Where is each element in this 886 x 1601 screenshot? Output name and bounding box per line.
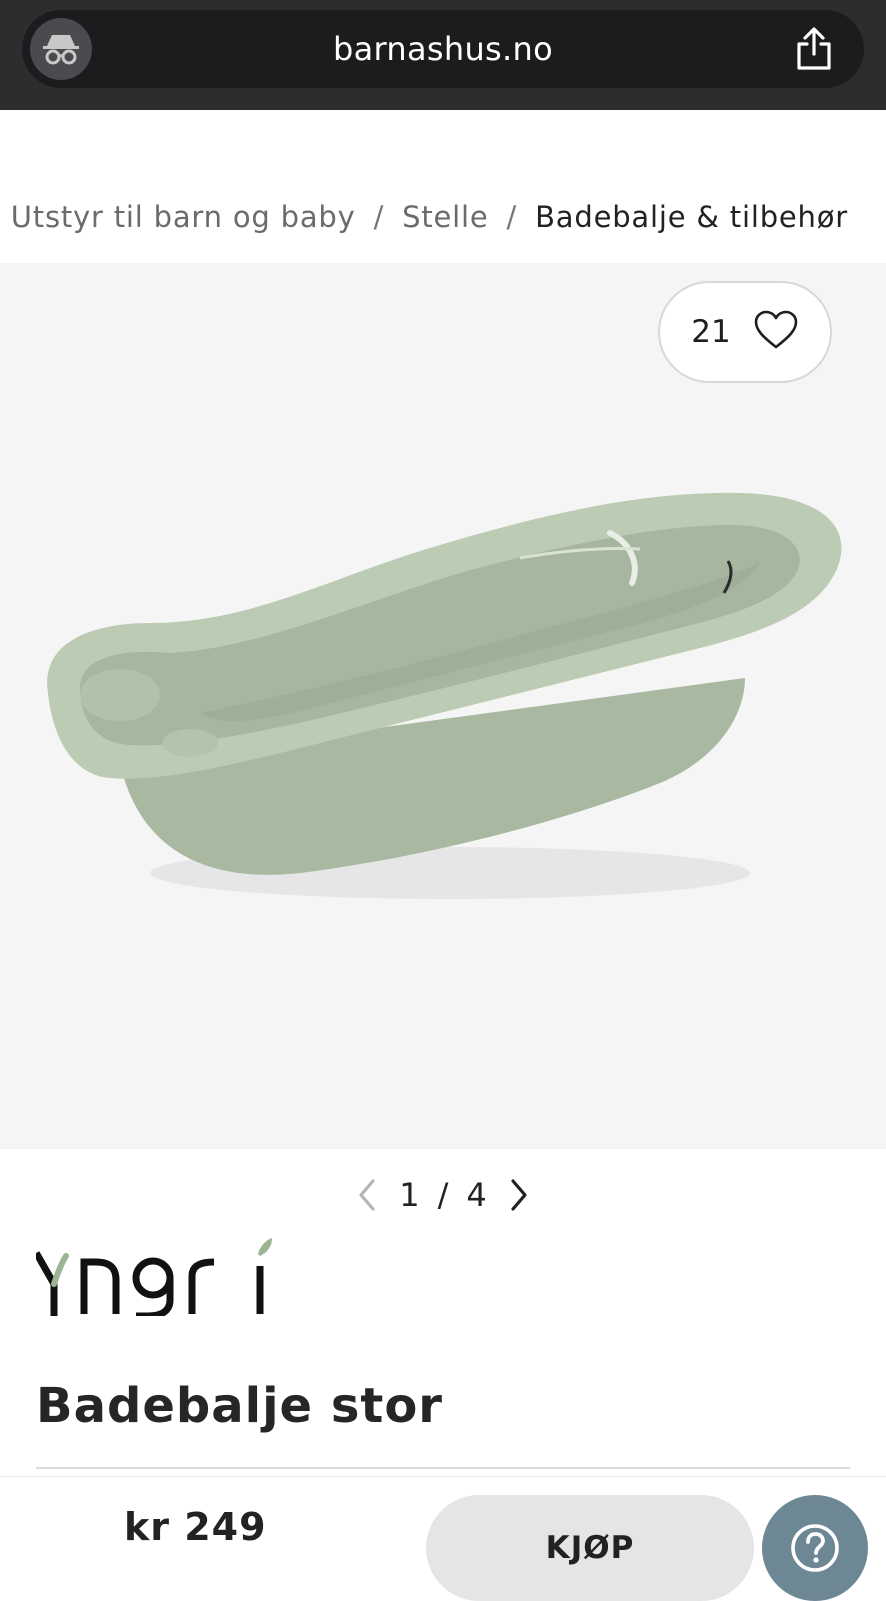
sticky-buy-bar: kr 249 KJØP: [0, 1476, 886, 1601]
divider: [36, 1467, 850, 1469]
brand-logo[interactable]: [33, 1236, 276, 1320]
favorite-count: 21: [691, 314, 731, 350]
product-price: kr 249: [124, 1505, 267, 1549]
favorite-button[interactable]: 21: [658, 281, 832, 383]
breadcrumb-item-current[interactable]: Badebalje & tilbehør: [535, 200, 848, 234]
url-text[interactable]: barnashus.no: [22, 10, 864, 88]
chevron-left-icon[interactable]: [353, 1177, 381, 1213]
gallery-pager: 1 / 4: [0, 1172, 886, 1218]
heart-icon: [753, 310, 799, 354]
breadcrumb-item-stelle[interactable]: Stelle: [402, 200, 488, 234]
help-icon[interactable]: [762, 1495, 868, 1601]
breadcrumb: Utstyr til barn og baby / Stelle / Badebalje…: [0, 186, 886, 262]
incognito-icon[interactable]: [30, 18, 92, 80]
buy-button[interactable]: KJØP: [426, 1495, 754, 1601]
breadcrumb-separator: /: [506, 200, 518, 234]
share-icon[interactable]: [792, 26, 836, 72]
browser-top-bar: barnashus.no: [0, 0, 886, 110]
breadcrumb-item-category[interactable]: Utstyr til barn og baby: [11, 200, 356, 234]
pager-total: 4: [466, 1176, 487, 1214]
product-image: [47, 492, 842, 899]
product-image-gallery[interactable]: 21: [0, 263, 886, 1149]
breadcrumb-separator: /: [373, 200, 385, 234]
product-title: Badebalje stor: [36, 1378, 443, 1435]
pager-separator: /: [437, 1176, 449, 1214]
chevron-right-icon[interactable]: [505, 1177, 533, 1213]
pager-current: 1: [399, 1176, 420, 1214]
address-bar[interactable]: barnashus.no: [22, 10, 864, 88]
